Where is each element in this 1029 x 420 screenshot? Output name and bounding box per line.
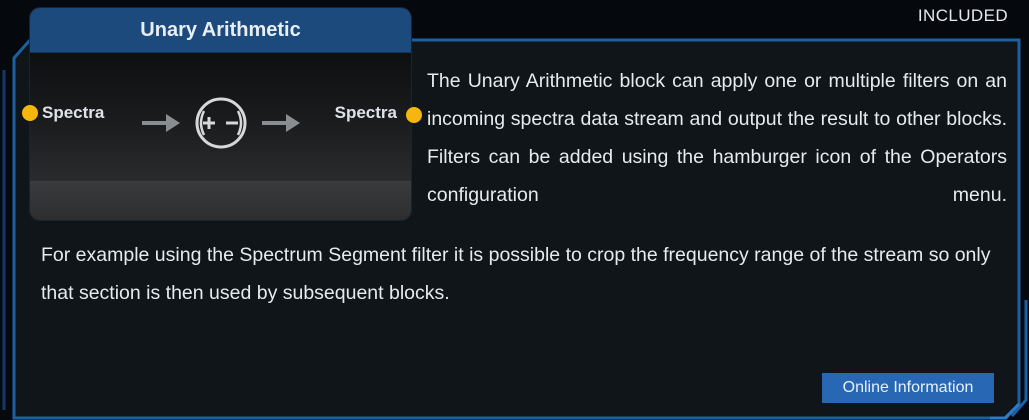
- description-paragraph-2: For example using the Spectrum Segment f…: [41, 244, 991, 304]
- input-port-label: Spectra: [42, 103, 105, 122]
- unary-arithmetic-block: Unary Arithmetic Spectra Spectra: [30, 8, 411, 220]
- included-badge: INCLUDED: [917, 6, 1008, 25]
- input-port-dot[interactable]: [22, 105, 38, 121]
- plus-minus-circle-icon: [195, 97, 247, 149]
- block-title: Unary Arithmetic: [30, 8, 411, 53]
- block-footer: [30, 181, 411, 220]
- arrow-right-icon: [262, 114, 300, 132]
- arrow-right-icon: [142, 114, 180, 132]
- block-body: Spectra Spectra: [30, 53, 411, 181]
- output-port-label: Spectra: [334, 103, 397, 122]
- output-port-dot[interactable]: [406, 107, 422, 123]
- online-information-button[interactable]: Online Information: [822, 373, 994, 403]
- description-paragraph-1: The Unary Arithmetic block can apply one…: [427, 70, 1007, 206]
